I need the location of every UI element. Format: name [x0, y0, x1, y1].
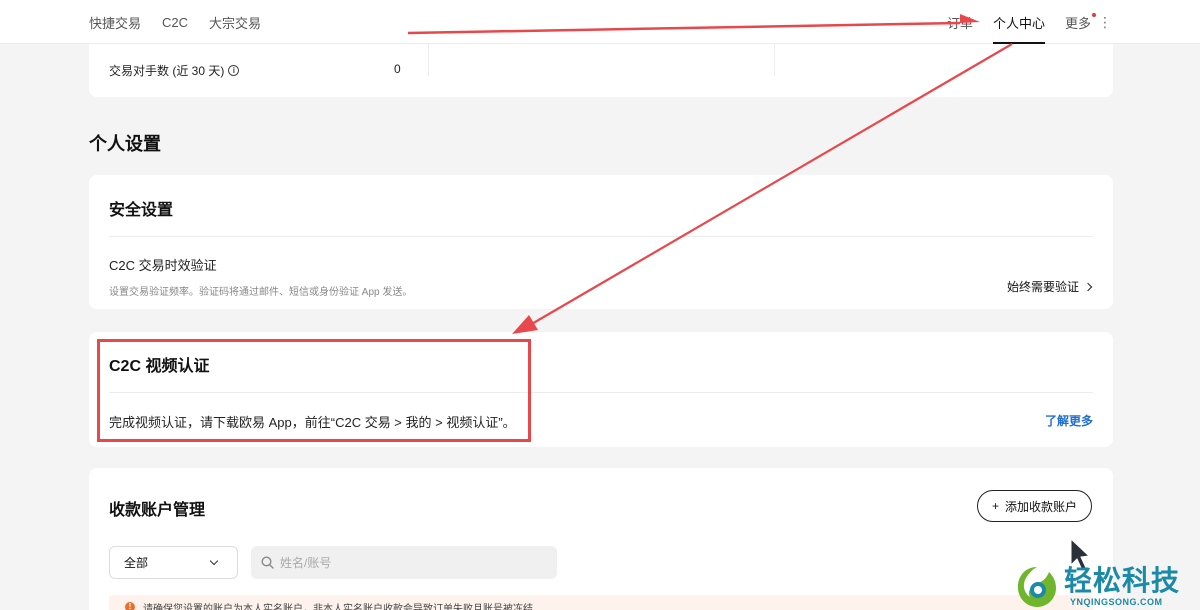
counterparty-label-text: 交易对手数 (近 30 天): [109, 64, 225, 78]
kebab-menu-icon[interactable]: ⋮: [1098, 14, 1112, 31]
annotation-box-video-auth: [97, 339, 531, 442]
personal-settings-title: 个人设置: [89, 134, 161, 154]
top-nav: 快捷交易 C2C 大宗交易 订单 个人中心 更多 ⋮: [0, 0, 1200, 44]
column-divider: [428, 44, 429, 76]
watermark-logo-icon: [1017, 567, 1056, 607]
security-settings-card: 安全设置 C2C 交易时效验证 设置交易验证频率。验证码将通过邮件、短信或身份验…: [89, 175, 1113, 309]
nav-more-label: 更多: [1064, 15, 1091, 31]
nav-item-personal-center[interactable]: 个人中心: [992, 0, 1045, 44]
warning-icon: !: [125, 602, 135, 610]
nav-item-more[interactable]: 更多: [1064, 0, 1096, 44]
nav-link-c2c[interactable]: C2C: [162, 15, 188, 30]
divider: [109, 236, 1093, 237]
account-notice: ! 请确保您设置的账户为本人实名账户，非本人实名账户收款会导致订单失败且账号被冻…: [109, 595, 1093, 610]
account-type-select[interactable]: 全部: [109, 546, 238, 579]
add-payment-account-button[interactable]: + 添加收款账户: [976, 490, 1092, 522]
learn-more-link[interactable]: 了解更多: [1045, 412, 1093, 429]
nav-right: 订单 个人中心 更多 ⋮: [927, 0, 1112, 44]
payment-accounts-title: 收款账户管理: [109, 502, 206, 519]
counterparty-count-label: 交易对手数 (近 30 天) i: [109, 62, 240, 79]
chevron-right-icon: [1083, 282, 1093, 291]
search-input[interactable]: [280, 555, 520, 570]
verification-frequency-button[interactable]: 始终需要验证: [1006, 278, 1093, 295]
account-type-value: 全部: [124, 556, 149, 570]
payment-accounts-card: 收款账户管理 + 添加收款账户 全部 ! 请确保您设置的账户为本人实名账户，非本…: [89, 468, 1113, 610]
column-divider: [774, 44, 775, 76]
c2c-timeliness-verification-title: C2C 交易时效验证: [109, 258, 217, 273]
chevron-down-icon: [209, 556, 219, 566]
search-icon: [261, 556, 274, 569]
security-settings-title: 安全设置: [109, 202, 174, 219]
verification-frequency-label: 始终需要验证: [1006, 280, 1079, 294]
counterparty-count-value: 0: [394, 62, 401, 76]
account-search[interactable]: [251, 546, 557, 579]
notification-dot: [1092, 13, 1096, 17]
info-icon[interactable]: i: [228, 65, 240, 76]
c2c-timeliness-verification-desc: 设置交易验证频率。验证码将通过邮件、短信或身份验证 App 发送。: [109, 287, 413, 298]
nav-item-orders[interactable]: 订单: [947, 0, 973, 44]
add-payment-account-label: 添加收款账户: [1004, 499, 1077, 514]
watermark-subtext: YNQINGSONG.COM: [1070, 597, 1163, 607]
plus-icon: +: [991, 499, 999, 513]
watermark-text: 轻松科技: [1064, 565, 1181, 596]
account-notice-text: 请确保您设置的账户为本人实名账户，非本人实名账户收款会导致订单失败且账号被冻结: [143, 603, 533, 610]
nav-link-quick-trade[interactable]: 快捷交易: [89, 13, 141, 32]
nav-left: 快捷交易 C2C 大宗交易: [89, 0, 261, 44]
watermark: 轻松科技 YNQINGSONG.COM: [1014, 563, 1194, 609]
nav-link-block-trade[interactable]: 大宗交易: [209, 13, 261, 32]
